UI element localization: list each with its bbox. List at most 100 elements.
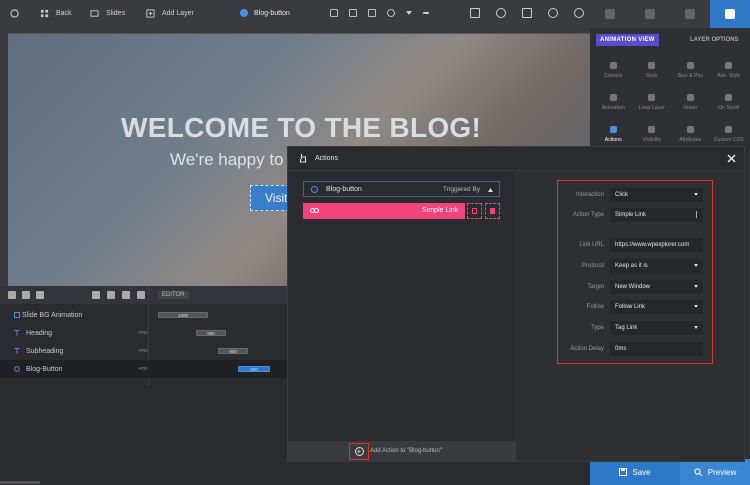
option-attributes[interactable]: Attributes [671, 126, 710, 148]
duplicate-action-button[interactable] [467, 203, 482, 219]
caret-down-icon [694, 305, 698, 308]
back-button[interactable]: Back [40, 0, 72, 26]
add-action-highlight[interactable]: + [349, 443, 369, 460]
layers-icon[interactable] [8, 291, 16, 299]
slide-headline[interactable]: WELCOME TO THE BLOG! [121, 112, 481, 144]
navigation-icon [645, 9, 655, 19]
option-custom-css[interactable]: Custom CSS [710, 126, 749, 148]
option-grid: Colorize Style Size & Pos Adv. Style Ani… [594, 62, 748, 148]
ruler-vertical [0, 26, 8, 286]
slide-subheading[interactable]: We're happy to [170, 150, 284, 170]
timeline-bar[interactable]: 900 [196, 330, 226, 336]
add-action-label[interactable]: Add Action to "Blog-button" [370, 448, 442, 454]
animation-view-button[interactable]: ANIMATION VIEW [596, 34, 659, 46]
slides-button[interactable]: Slides [90, 0, 125, 26]
action-item-simple-link[interactable]: Simple Link [303, 203, 465, 219]
type-select[interactable]: Tag Link [610, 321, 703, 335]
save-button[interactable]: Save [590, 459, 680, 485]
option-visibility[interactable]: Visibility [633, 126, 672, 148]
add-action-bar[interactable]: + Add Action to "Blog-button" [288, 441, 516, 461]
layer-options-label[interactable]: LAYER OPTIONS [690, 34, 738, 46]
delete-action-button[interactable] [485, 203, 500, 219]
action-delay-input[interactable]: 0ms [610, 342, 703, 356]
cursor-icon[interactable] [470, 8, 480, 18]
code-icon [725, 126, 733, 133]
list-icon[interactable] [22, 291, 30, 299]
caret-down-icon [694, 285, 698, 288]
option-on-scroll[interactable]: On Scroll [710, 94, 749, 116]
image-icon [14, 312, 20, 318]
lock-icon[interactable] [368, 9, 376, 17]
tab-slide[interactable] [670, 0, 710, 28]
prop-value: Tag Link [615, 325, 638, 331]
interaction-select[interactable]: Click [610, 188, 703, 202]
save-icon [619, 468, 628, 476]
trash-icon [490, 208, 495, 214]
preview-button[interactable]: Preview [680, 459, 750, 485]
grid-icon[interactable] [92, 291, 100, 299]
slides-label: Slides [106, 9, 126, 17]
protocol-select[interactable]: Keep as it is [610, 259, 703, 273]
prop-label: Interaction [575, 192, 604, 198]
save-label: Save [632, 467, 651, 477]
option-label: Attributes [679, 137, 702, 143]
follow-select[interactable]: Follow Link [610, 300, 703, 314]
option-loop-layer[interactable]: Loop Layer [633, 94, 672, 116]
image-icon [685, 9, 695, 19]
layer-tools [330, 0, 429, 26]
option-size-pos[interactable]: Size & Pos [671, 62, 710, 84]
desktop-icon[interactable] [522, 8, 532, 18]
folder-icon[interactable] [36, 291, 44, 299]
more-icon[interactable] [423, 12, 429, 14]
row-label: Heading [26, 329, 53, 337]
chevron-up-icon[interactable] [488, 188, 493, 192]
prop-value: Click [615, 192, 628, 198]
chevron-down-icon[interactable] [406, 11, 412, 15]
close-icon[interactable] [726, 153, 737, 164]
option-label: Adv. Style [717, 73, 741, 79]
palette-icon [648, 62, 656, 69]
play-icon[interactable] [137, 291, 145, 299]
prop-row-action-type: Action Type Simple Link [558, 208, 714, 224]
prop-row-action-delay: Action Delay 0ms [558, 342, 714, 358]
prop-value: Keep as it is [615, 263, 648, 269]
visibility-icon[interactable] [387, 9, 395, 17]
tab-navigation[interactable] [630, 0, 670, 28]
timeline-bar[interactable]: 500 [238, 366, 270, 372]
settings-icon[interactable] [122, 291, 130, 299]
horizontal-scrollbar[interactable] [0, 481, 40, 484]
preview-label: Preview [707, 467, 737, 477]
tab-settings[interactable] [590, 0, 630, 28]
option-style[interactable]: Style [633, 62, 672, 84]
layer-icon [240, 9, 248, 17]
timeline-bar[interactable]: 900 [218, 348, 248, 354]
caret-down-icon [694, 264, 698, 267]
contrast-icon[interactable] [574, 8, 584, 18]
slides-icon [90, 9, 99, 17]
wordpress-logo[interactable] [10, 0, 19, 26]
magnet-icon[interactable] [107, 291, 115, 299]
option-animation[interactable]: Animation [594, 94, 633, 116]
layer-title[interactable]: Blog-button [240, 0, 290, 26]
ruler-horizontal [8, 26, 590, 34]
link-url-input[interactable]: https://www.wpexplorer.com [610, 238, 703, 252]
option-actions[interactable]: Actions [594, 126, 633, 148]
duplicate-icon[interactable] [330, 9, 338, 17]
help-icon[interactable] [548, 8, 558, 18]
option-hover[interactable]: Hover [671, 94, 710, 116]
undo-icon[interactable] [496, 8, 506, 18]
add-layer-button[interactable]: Add Layer [146, 0, 194, 26]
trigger-row[interactable]: Blog-button Triggered By [303, 181, 500, 197]
option-adv-style[interactable]: Adv. Style [710, 62, 749, 84]
option-colorize[interactable]: Colorize [594, 62, 633, 84]
target-select[interactable]: New Window [610, 280, 703, 294]
action-type-select[interactable]: Simple Link [610, 208, 703, 222]
option-label: Custom CSS [713, 137, 744, 143]
adv-style-icon [725, 62, 733, 69]
trash-icon[interactable] [349, 9, 357, 17]
prop-row-follow: Follow Follow Link [558, 300, 714, 316]
timeline-bar[interactable]: 1000 [158, 312, 208, 318]
triggered-by-label[interactable]: Triggered By [443, 186, 480, 193]
tab-layers[interactable] [710, 0, 750, 28]
brush-icon [609, 62, 617, 69]
